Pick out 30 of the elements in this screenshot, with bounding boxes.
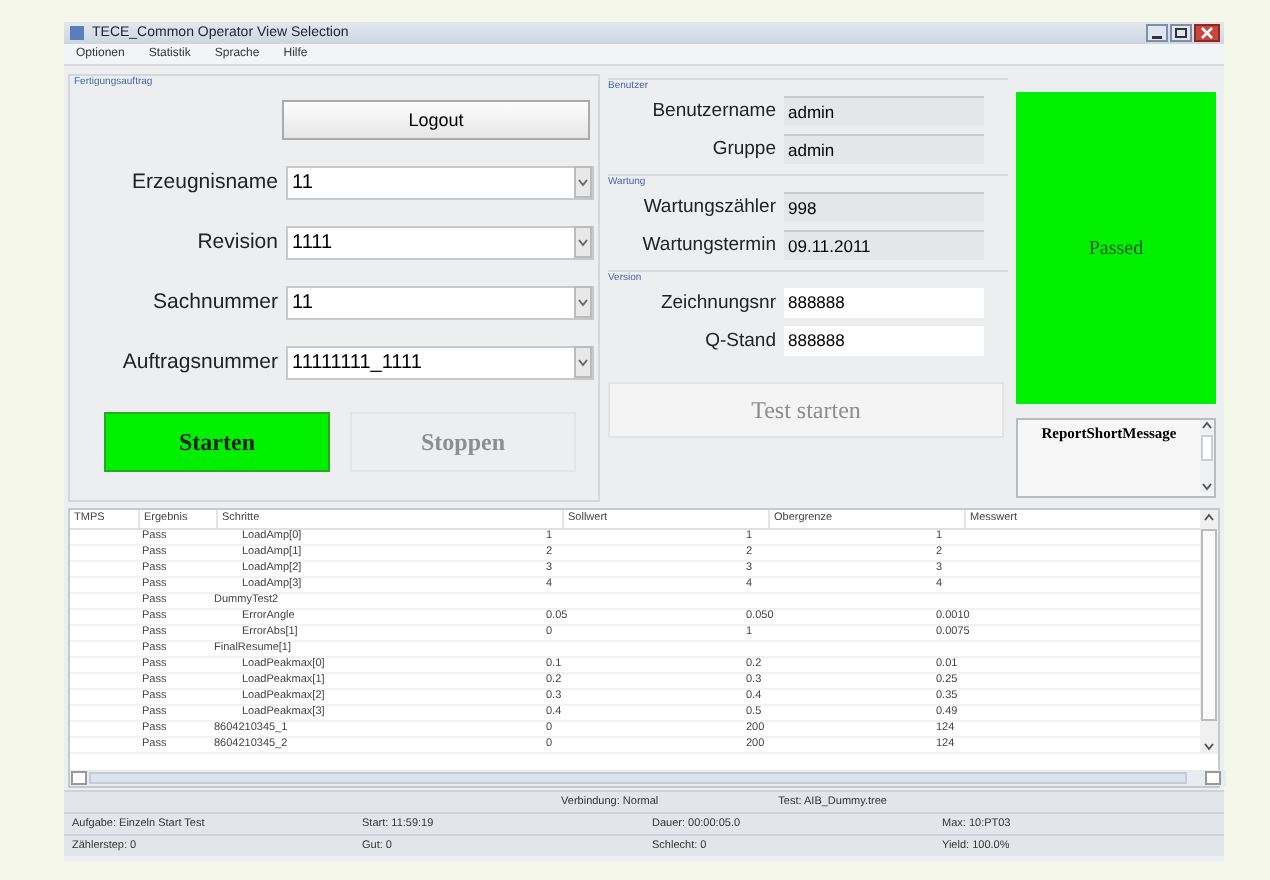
- value-field: 09.11.2011: [784, 230, 984, 260]
- field-label: Erzeugnisname: [130, 170, 280, 194]
- combo-box[interactable]: 11: [286, 285, 594, 319]
- horizontal-scrollbar-drawing[interactable]: [70, 770, 1226, 786]
- field-label: Zeichnungsnr: [658, 292, 778, 314]
- vertical-scrollbar-drawing[interactable]: [1200, 510, 1218, 754]
- app-icon: [68, 24, 86, 42]
- start-button[interactable]: Starten: [104, 412, 330, 472]
- scrollbar-drawing[interactable]: [1200, 420, 1214, 492]
- logout-button[interactable]: Logout: [282, 100, 590, 140]
- combo-box[interactable]: 1111: [286, 225, 594, 259]
- field-label: Sachnummer: [151, 290, 280, 314]
- field-label: Benutzername: [650, 100, 778, 122]
- input-field[interactable]: 888888: [784, 288, 984, 318]
- field-label: Wartungstermin: [640, 234, 778, 256]
- close-icon[interactable]: [1194, 24, 1220, 42]
- value-field: 998: [784, 192, 984, 222]
- field-label: Revision: [195, 230, 280, 254]
- value-field: admin: [784, 96, 984, 126]
- combo-box[interactable]: 11: [286, 165, 594, 199]
- field-label: Q-Stand: [703, 330, 778, 352]
- minimize-icon[interactable]: [1146, 24, 1168, 42]
- input-field[interactable]: 888888: [784, 326, 984, 356]
- combo-box[interactable]: 11111111_1111: [286, 345, 594, 379]
- field-label: Wartungszähler: [641, 196, 778, 218]
- maximize-icon[interactable]: [1170, 24, 1192, 42]
- field-label: Auftragsnummer: [120, 350, 280, 374]
- value-field: admin: [784, 134, 984, 164]
- field-label: Gruppe: [710, 138, 778, 160]
- result-label: Passed: [1088, 237, 1144, 259]
